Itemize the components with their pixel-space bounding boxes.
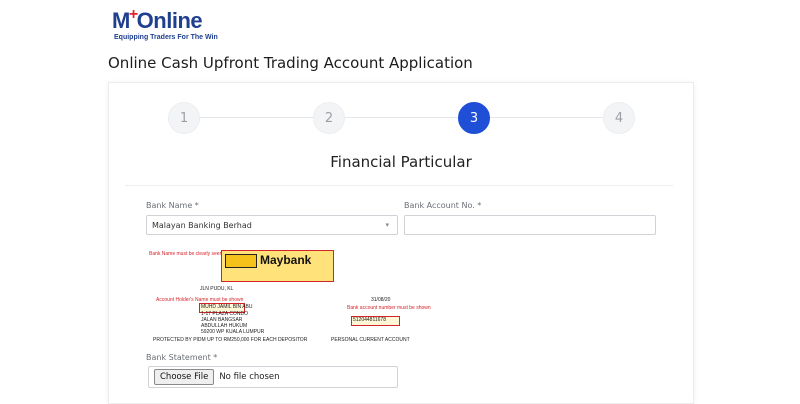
chevron-down-icon: ▾	[385, 221, 389, 229]
sample-footer-left: PROTECTED BY PIDM UP TO RM250,000 FOR EA…	[153, 337, 308, 343]
step-1[interactable]: 1	[168, 102, 200, 134]
step-4[interactable]: 4	[603, 102, 635, 134]
sample-account-number: 512044811678	[353, 317, 386, 323]
sample-city: JLN PUDU, KL	[200, 286, 234, 292]
sample-footer-right: PERSONAL CURRENT ACCOUNT	[331, 337, 410, 343]
holder-line-1: MUHD JAMIL BIN ABU	[201, 304, 253, 310]
choose-file-button[interactable]: Choose File	[154, 369, 215, 385]
sample-bank-statement-image: Bank Name must be clearly seen Maybank J…	[148, 246, 431, 343]
bank-statement-label: Bank Statement *	[146, 353, 218, 362]
bank-name-select[interactable]: Malayan Banking Berhad ▾	[146, 215, 398, 235]
maybank-wordmark: Maybank	[260, 253, 312, 267]
bank-name-label: Bank Name *	[146, 201, 199, 210]
step-3[interactable]: 3	[458, 102, 490, 134]
stepper-track	[183, 117, 619, 118]
logo-tagline: Equipping Traders For The Win	[114, 34, 218, 41]
step-2[interactable]: 2	[313, 102, 345, 134]
maybank-header: Maybank	[221, 250, 334, 282]
bank-name-value: Malayan Banking Berhad	[152, 220, 252, 230]
sample-date: 31/08/20	[371, 297, 391, 303]
bank-account-input[interactable]	[404, 215, 656, 235]
maybank-logo-icon	[225, 254, 257, 268]
section-title: Financial Particular	[330, 153, 472, 171]
brand-logo[interactable]: M+Online Equipping Traders For The Win	[112, 6, 232, 42]
bank-account-label: Bank Account No. *	[404, 201, 482, 210]
file-status-text: No file chosen	[219, 372, 280, 382]
bank-statement-file-input[interactable]: Choose File No file chosen	[148, 366, 398, 388]
application-card: 1 2 3 4 Financial Particular Bank Name *…	[108, 82, 694, 404]
logo-wordmark: M+Online	[112, 6, 203, 33]
note-bank-name: Bank Name must be clearly seen	[149, 251, 223, 257]
holder-line-5: 59200 WP KUALA LUMPUR	[201, 329, 265, 335]
section-divider	[125, 185, 673, 186]
note-account: Bank account number must be shown	[347, 305, 431, 311]
page-title: Online Cash Upfront Trading Account Appl…	[108, 54, 473, 72]
